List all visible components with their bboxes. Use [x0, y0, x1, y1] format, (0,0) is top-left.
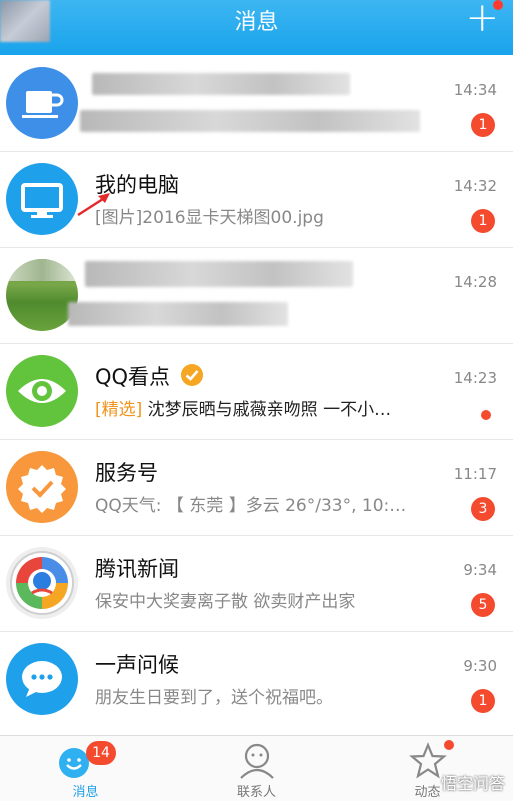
- blurred-title: [92, 73, 350, 95]
- unread-badge: 1: [471, 689, 495, 713]
- chat-time: 14:32: [453, 177, 497, 195]
- chat-title: QQ看点: [95, 361, 204, 391]
- chat-time: 11:17: [453, 465, 497, 483]
- watermark: 悟空问答: [440, 774, 505, 793]
- chat-time: 9:30: [463, 657, 497, 675]
- chat-title: 腾讯新闻: [95, 557, 179, 581]
- blurred-message: [80, 110, 420, 132]
- chat-row[interactable]: 腾讯新闻 保安中大奖妻离子散 欲卖财产出家 9:34 5: [0, 535, 513, 632]
- chat-time: 14:28: [453, 273, 497, 291]
- unread-badge: 1: [471, 209, 495, 233]
- tab-label: 联系人: [236, 785, 276, 800]
- chat-preview: QQ天气: 【 东莞 】多云 26°/33°, 10:…: [95, 496, 407, 516]
- blurred-message: [68, 302, 288, 326]
- chat-icon: [6, 643, 78, 715]
- chat-row[interactable]: 14:34 1: [0, 55, 513, 152]
- cup-icon: [6, 67, 78, 139]
- blurred-title: [85, 261, 353, 287]
- tab-contacts[interactable]: 联系人: [171, 736, 342, 801]
- verified-icon: [180, 364, 203, 386]
- notification-dot: [493, 0, 503, 10]
- unread-badge: 1: [471, 113, 495, 137]
- page-title: 消息: [234, 10, 279, 35]
- contacts-icon: [240, 743, 274, 779]
- featured-tag: [精选]: [95, 400, 143, 420]
- chat-preview: [图片]2016显卡天梯图00.jpg: [95, 208, 324, 228]
- chat-preview: [精选] 沈梦辰晒与戚薇亲吻照 一不小…: [95, 400, 392, 420]
- chat-row[interactable]: QQ看点 [精选] 沈梦辰晒与戚薇亲吻照 一不小… 14:23: [0, 343, 513, 440]
- chat-preview: 朋友生日要到了，送个祝福吧。: [95, 688, 333, 708]
- chat-preview: 保安中大奖妻离子散 欲卖财产出家: [95, 592, 356, 612]
- computer-icon: [6, 163, 78, 235]
- unread-badge: 3: [471, 497, 495, 521]
- chat-row[interactable]: 14:28: [0, 247, 513, 344]
- chat-row[interactable]: 我的电脑 [图片]2016显卡天梯图00.jpg 14:32 1: [0, 151, 513, 248]
- chat-time: 14:23: [453, 369, 497, 387]
- tab-messages[interactable]: 14 消息: [0, 736, 171, 801]
- tab-badge: 14: [86, 741, 116, 765]
- check-badge-icon: [6, 451, 78, 523]
- chat-row[interactable]: 服务号 QQ天气: 【 东莞 】多云 26°/33°, 10:… 11:17 3: [0, 439, 513, 536]
- header-bar: 消息 +: [0, 0, 513, 55]
- eye-icon: [6, 355, 78, 427]
- unread-badge: 5: [471, 593, 495, 617]
- chat-title: 一声问候: [95, 653, 179, 677]
- chat-title: 服务号: [95, 461, 158, 485]
- unread-dot: [481, 410, 491, 420]
- chat-title: 我的电脑: [95, 173, 179, 197]
- bottom-tab-bar: 14 消息 联系人 动态: [0, 735, 513, 801]
- news-icon: [6, 547, 78, 619]
- chat-time: 14:34: [453, 81, 497, 99]
- tab-label: 消息: [72, 785, 99, 800]
- notification-dot: [444, 740, 454, 750]
- chat-row[interactable]: 一声问候 朋友生日要到了，送个祝福吧。 9:30 1: [0, 631, 513, 727]
- chat-time: 9:34: [463, 561, 497, 579]
